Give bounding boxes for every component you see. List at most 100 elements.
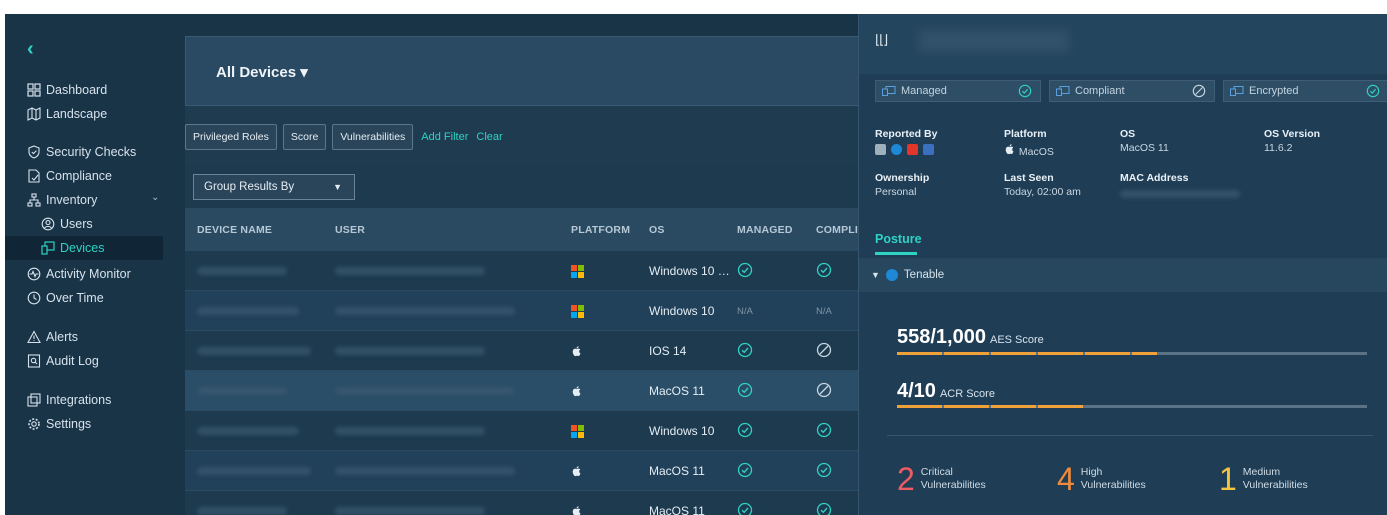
chevron-down-icon[interactable]: ⌄ xyxy=(151,192,159,203)
group-results-label: Group Results By xyxy=(204,181,295,193)
app-frame: ‹ Dashboard Landscape Security Checks Co… xyxy=(5,14,1387,515)
compliant-na: N/A xyxy=(816,305,832,317)
table-row[interactable]: Windows 10 N/A N/A xyxy=(185,291,865,331)
device-name-cell xyxy=(197,371,287,411)
sidebar-item-security-checks[interactable]: Security Checks xyxy=(27,140,136,164)
column-header-user[interactable]: USER xyxy=(335,208,365,251)
table-row[interactable]: MacOS 11 xyxy=(185,491,865,515)
tab-indicator xyxy=(875,252,917,255)
reporter-intune-icon xyxy=(923,144,934,155)
group-results-dropdown[interactable]: Group Results By ▼ xyxy=(193,174,355,200)
user-cell xyxy=(335,331,485,371)
aes-score: 558/1,000 AES Score xyxy=(897,326,1044,348)
reporter-tenable-icon xyxy=(891,144,902,155)
table-row[interactable]: Windows 10 … xyxy=(185,251,865,291)
add-filter-link[interactable]: Add Filter xyxy=(421,131,468,143)
medium-count: 1 xyxy=(1219,461,1237,497)
high-vulnerabilities: 4 High Vulnerabilities xyxy=(1057,461,1146,497)
check-circle-icon xyxy=(737,262,753,281)
dashboard-icon xyxy=(27,83,41,97)
score-segment xyxy=(944,405,989,408)
check-circle-icon xyxy=(816,422,832,441)
tab-posture[interactable]: Posture xyxy=(875,232,922,246)
check-circle-icon xyxy=(737,422,753,441)
score-segment xyxy=(944,352,989,355)
device-name-cell xyxy=(197,451,311,491)
device-name-cell xyxy=(197,331,311,371)
table-row[interactable]: MacOS 11 xyxy=(185,451,865,491)
view-selector[interactable]: All Devices ▾ xyxy=(216,63,308,81)
score-segment xyxy=(991,405,1036,408)
apple-icon xyxy=(571,331,583,371)
table-row[interactable]: Windows 10 xyxy=(185,411,865,451)
filter-bar: Privileged Roles Score Vulnerabilities A… xyxy=(185,124,503,150)
table-row[interactable]: MacOS 11 xyxy=(185,371,865,411)
managed-cell xyxy=(737,411,753,451)
compliant-cell xyxy=(816,331,832,371)
sidebar-item-activity-monitor[interactable]: Activity Monitor xyxy=(27,262,131,286)
sidebar-item-alerts[interactable]: Alerts xyxy=(27,325,78,349)
sidebar-item-audit-log[interactable]: Audit Log xyxy=(27,349,99,373)
sidebar-item-over-time[interactable]: Over Time xyxy=(27,286,104,310)
reporter-icons xyxy=(875,144,937,155)
user-cell xyxy=(335,451,515,491)
clear-filters-link[interactable]: Clear xyxy=(476,131,502,143)
table-row[interactable]: IOS 14 xyxy=(185,331,865,371)
badge-encrypted: Encrypted xyxy=(1223,80,1387,102)
sidebar-item-inventory[interactable]: Inventory xyxy=(27,188,97,212)
managed-cell xyxy=(737,371,753,411)
device-name-cell xyxy=(197,251,287,291)
not-applicable-icon xyxy=(816,382,832,401)
caret-down-icon: ▼ xyxy=(871,270,880,280)
layers-icon xyxy=(27,393,41,407)
column-header-device-name[interactable]: DEVICE NAME xyxy=(197,208,272,251)
sidebar-item-compliance[interactable]: Compliance xyxy=(27,164,112,188)
filter-chip-vulnerabilities[interactable]: Vulnerabilities xyxy=(332,124,414,150)
score-segment xyxy=(897,405,942,408)
users-icon xyxy=(41,217,55,231)
badge-compliant: Compliant xyxy=(1049,80,1215,102)
sidebar-item-dashboard[interactable]: Dashboard xyxy=(27,78,107,102)
critical-count: 2 xyxy=(897,461,915,497)
panel-header: ⌊⌊⌋ xyxy=(859,14,1387,74)
managed-cell xyxy=(737,251,753,291)
filter-chip-score[interactable]: Score xyxy=(282,124,327,150)
devices-icon xyxy=(882,86,896,96)
tenable-section-toggle[interactable]: ▼ Tenable xyxy=(859,258,1387,292)
score-segment xyxy=(1038,405,1083,408)
os-cell: MacOS 11 xyxy=(649,504,705,515)
mac-address-redacted xyxy=(1120,190,1240,198)
table-header: DEVICE NAME USER PLATFORM OS MANAGED COM… xyxy=(185,208,866,251)
column-header-managed[interactable]: MANAGED xyxy=(737,208,793,251)
divider xyxy=(887,435,1373,436)
devices-icon xyxy=(1056,86,1070,96)
back-chevron-icon[interactable]: ‹ xyxy=(27,38,34,61)
check-circle-icon xyxy=(816,462,832,481)
user-cell xyxy=(335,411,485,451)
column-header-os[interactable]: OS xyxy=(649,208,665,251)
search-log-icon xyxy=(27,354,41,368)
sidebar-item-settings[interactable]: Settings xyxy=(27,412,91,436)
score-segment xyxy=(1038,352,1083,355)
devices-icon xyxy=(41,241,55,255)
check-circle-icon xyxy=(737,342,753,361)
devices-icon xyxy=(1230,86,1244,96)
windows-icon xyxy=(571,251,584,291)
sidebar-item-label: Devices xyxy=(60,241,105,255)
filter-chip-privileged-roles[interactable]: Privileged Roles xyxy=(185,124,277,150)
device-name-cell xyxy=(197,291,299,331)
device-name-redacted xyxy=(919,30,1069,52)
sidebar-item-integrations[interactable]: Integrations xyxy=(27,388,111,412)
windows-icon xyxy=(571,291,584,331)
vendor-logo-icon: ⌊⌊⌋ xyxy=(875,32,888,47)
aes-score-bar xyxy=(897,352,1367,355)
sidebar-item-landscape[interactable]: Landscape xyxy=(27,102,107,126)
sidebar-item-label: Integrations xyxy=(46,393,112,407)
sidebar-item-label: Over Time xyxy=(46,291,104,305)
badge-managed: Managed xyxy=(875,80,1041,102)
sidebar-item-users[interactable]: Users xyxy=(41,212,93,236)
sidebar-item-label: Landscape xyxy=(46,107,108,121)
column-header-platform[interactable]: PLATFORM xyxy=(571,208,630,251)
check-circle-icon xyxy=(1018,84,1032,98)
sidebar-item-devices[interactable]: Devices xyxy=(5,236,163,260)
